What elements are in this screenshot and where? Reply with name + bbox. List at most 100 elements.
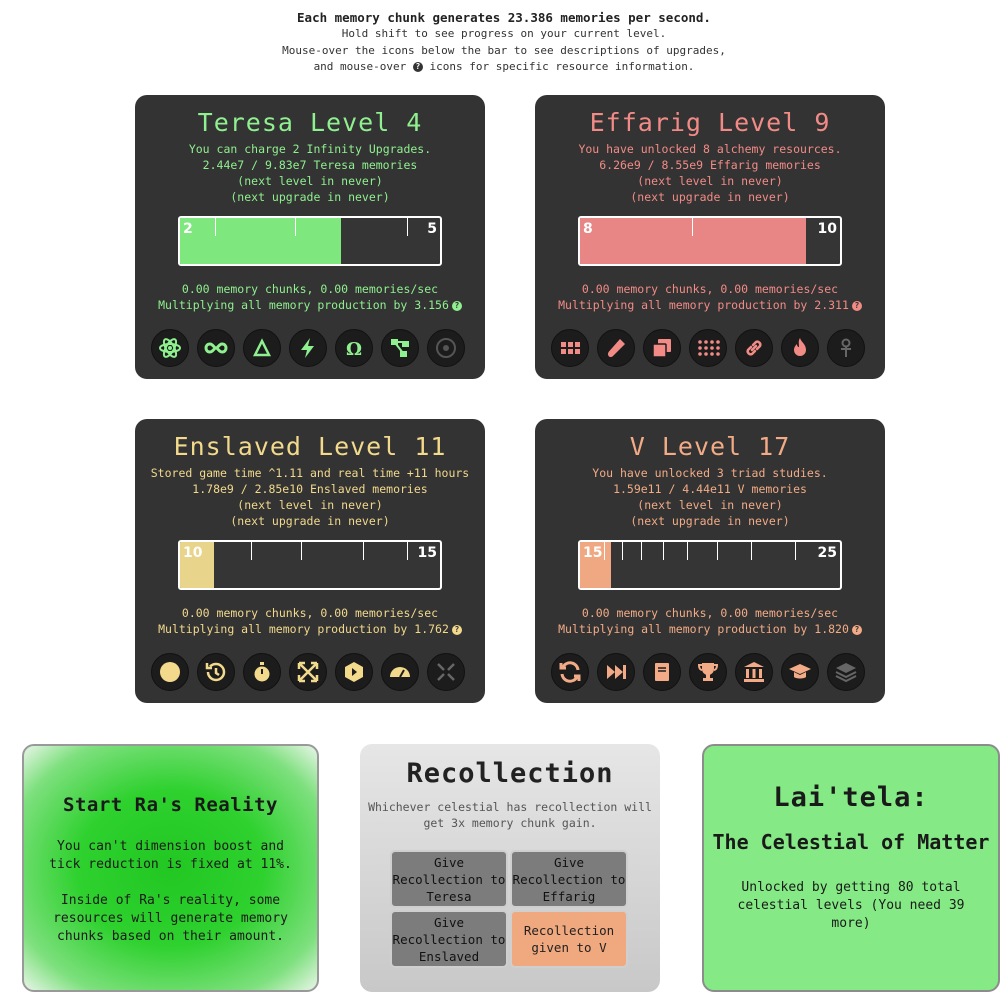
enslaved-bar-max: 15 xyxy=(417,545,437,561)
question-icon[interactable]: ? xyxy=(451,300,462,311)
bar-tick xyxy=(295,218,296,236)
laitela-title: Lai'tela: xyxy=(773,782,929,813)
svg-text:Ω: Ω xyxy=(346,339,362,360)
v-title: V Level 17 xyxy=(629,432,791,461)
hexagon-icon[interactable] xyxy=(335,653,373,691)
recollection-v-button[interactable]: Recollection given to V xyxy=(510,910,628,968)
teresa-bar-fill xyxy=(180,218,342,264)
expand-arrows-icon[interactable] xyxy=(289,653,327,691)
effarig-chunks: 0.00 memory chunks, 0.00 memories/sec Mu… xyxy=(535,281,885,313)
bar-tick xyxy=(687,542,688,560)
teresa-desc: You can charge 2 Infinity Upgrades. 2.44… xyxy=(188,142,432,204)
v-level-bar: 15 25 xyxy=(578,540,842,590)
circle-dot-icon[interactable] xyxy=(427,329,465,367)
bar-tick xyxy=(692,218,693,236)
gauge-icon[interactable] xyxy=(381,653,419,691)
layers-icon[interactable] xyxy=(827,653,865,691)
question-icon[interactable]: ? xyxy=(851,300,862,311)
effarig-level-bar: 8 10 xyxy=(578,216,842,266)
clone-icon[interactable] xyxy=(643,329,681,367)
question-icon: ? xyxy=(412,61,423,72)
lightning-icon[interactable] xyxy=(289,329,327,367)
question-icon[interactable]: ? xyxy=(851,624,862,635)
hint-mouseover: Mouse-over the icons below the bar to se… xyxy=(282,43,726,57)
bar-tick xyxy=(717,542,718,560)
teresa-upgrade-icons: Ω xyxy=(149,329,471,369)
vial-icon[interactable] xyxy=(597,329,635,367)
atom-icon[interactable] xyxy=(151,329,189,367)
v-chunks: 0.00 memory chunks, 0.00 memories/sec Mu… xyxy=(535,605,885,637)
recollection-title: Recollection xyxy=(406,758,614,789)
bar-tick xyxy=(407,218,408,236)
teresa-bar-min: 2 xyxy=(183,221,193,237)
bar-tick xyxy=(751,542,752,560)
effarig-bar-fill xyxy=(580,218,807,264)
omega-icon[interactable]: Ω xyxy=(335,329,373,367)
trophy-icon[interactable] xyxy=(689,653,727,691)
stopwatch-icon[interactable] xyxy=(243,653,281,691)
recollection-teresa-button[interactable]: Give Recollection to Teresa xyxy=(390,850,508,908)
bar-tick xyxy=(663,542,664,560)
circle-icon[interactable] xyxy=(151,653,189,691)
enslaved-chunks: 0.00 memory chunks, 0.00 memories/sec Mu… xyxy=(135,605,485,637)
fire-icon[interactable] xyxy=(781,329,819,367)
enslaved-desc: Stored game time ^1.11 and real time +11… xyxy=(150,466,470,528)
enslaved-panel: Enslaved Level 11 Stored game time ^1.11… xyxy=(135,419,485,703)
reality-desc-1: You can't dimension boost and tick reduc… xyxy=(49,839,292,872)
infinity-icon[interactable] xyxy=(197,329,235,367)
grid-icon[interactable] xyxy=(551,329,589,367)
v-panel: V Level 17 You have unlocked 3 triad stu… xyxy=(535,419,885,703)
enslaved-level-bar: 10 15 xyxy=(178,540,442,590)
history-icon[interactable] xyxy=(197,653,235,691)
bar-tick xyxy=(251,542,252,560)
effarig-upgrade-icons xyxy=(549,329,871,369)
effarig-panel: Effarig Level 9 You have unlocked 8 alch… xyxy=(535,95,885,379)
laitela-unlock-desc: Unlocked by getting 80 total celestial l… xyxy=(737,880,965,931)
effarig-bar-max: 10 xyxy=(817,221,837,237)
v-desc: You have unlocked 3 triad studies. 1.59e… xyxy=(592,466,828,528)
delta-icon[interactable] xyxy=(243,329,281,367)
bar-tick xyxy=(301,542,302,560)
effarig-desc: You have unlocked 8 alchemy resources. 6… xyxy=(578,142,842,204)
recollection-enslaved-button[interactable]: Give Recollection to Enslaved xyxy=(390,910,508,968)
recollection-desc: Whichever celestial has recollection wil… xyxy=(368,800,652,830)
recollection-effarig-button[interactable]: Give Recollection to Effarig xyxy=(510,850,628,908)
intro-text: Each memory chunk generates 23.386 memor… xyxy=(0,10,1008,75)
reality-desc-2: Inside of Ra's reality, some resources w… xyxy=(53,893,288,944)
bar-tick xyxy=(604,542,605,560)
effarig-title: Effarig Level 9 xyxy=(589,108,831,137)
teresa-bar-max: 5 xyxy=(427,221,437,237)
teresa-chunks: 0.00 memory chunks, 0.00 memories/sec Mu… xyxy=(135,281,485,313)
nodes-icon[interactable] xyxy=(381,329,419,367)
book-icon[interactable] xyxy=(643,653,681,691)
effarig-bar-min: 8 xyxy=(583,221,593,237)
sync-icon[interactable] xyxy=(551,653,589,691)
enslaved-title: Enslaved Level 11 xyxy=(173,432,447,461)
dots-grid-icon[interactable] xyxy=(689,329,727,367)
bar-tick xyxy=(215,218,216,236)
bar-tick xyxy=(641,542,642,560)
graduation-cap-icon[interactable] xyxy=(781,653,819,691)
laitela-panel: Lai'tela: The Celestial of Matter Unlock… xyxy=(702,744,1000,992)
bar-tick xyxy=(407,542,408,560)
compress-icon[interactable] xyxy=(427,653,465,691)
enslaved-bar-min: 10 xyxy=(183,545,203,561)
fast-forward-icon[interactable] xyxy=(597,653,635,691)
bar-tick xyxy=(622,542,623,560)
link-icon[interactable] xyxy=(735,329,773,367)
v-bar-min: 15 xyxy=(583,545,603,561)
chunk-rate-text: Each memory chunk generates 23.386 memor… xyxy=(297,10,711,25)
question-icon[interactable]: ? xyxy=(451,624,462,635)
hint-shift: Hold shift to see progress on your curre… xyxy=(341,27,667,41)
reality-title: Start Ra's Reality xyxy=(63,794,278,816)
v-upgrade-icons xyxy=(549,653,871,693)
start-ra-reality-button[interactable]: Start Ra's Reality You can't dimension b… xyxy=(22,744,319,992)
ankh-icon[interactable] xyxy=(827,329,865,367)
teresa-panel: Teresa Level 4 You can charge 2 Infinity… xyxy=(135,95,485,379)
laitela-subtitle: The Celestial of Matter xyxy=(712,830,990,854)
teresa-level-bar: 2 5 xyxy=(178,216,442,266)
enslaved-upgrade-icons xyxy=(149,653,471,693)
bar-tick xyxy=(363,542,364,560)
landmark-icon[interactable] xyxy=(735,653,773,691)
hint-question: and mouse-over ? icons for specific reso… xyxy=(313,59,695,73)
